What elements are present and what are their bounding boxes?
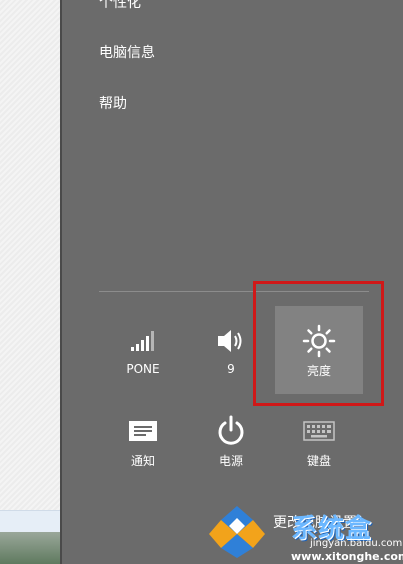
keyboard-label: 键盘 <box>306 454 331 468</box>
wallpaper-fragment <box>0 532 60 564</box>
notifications-label: 通知 <box>130 454 155 468</box>
watermark-url-primary: jingyan.baidu.com <box>310 538 403 549</box>
watermark: 系统盒 jingyan.baidu.com www.xitonghe.com <box>205 500 403 564</box>
notifications-tile[interactable]: 通知 <box>99 396 187 484</box>
highlight-annotation <box>253 281 384 406</box>
watermark-logo-icon <box>209 506 265 558</box>
power-label: 电源 <box>218 454 243 468</box>
network-tile[interactable]: PONE <box>99 306 187 394</box>
menu-item-help[interactable]: 帮助 <box>99 93 127 113</box>
keyboard-tile[interactable]: 键盘 <box>275 396 363 484</box>
network-label: PONE <box>126 362 160 376</box>
watermark-url-secondary: www.xitonghe.com <box>291 550 403 563</box>
desktop-background <box>0 0 60 564</box>
power-icon <box>187 414 275 448</box>
menu-item-pc-info[interactable]: 电脑信息 <box>99 42 155 62</box>
window-fragment <box>0 510 60 533</box>
signal-bars-icon <box>99 324 187 358</box>
message-icon <box>99 414 187 448</box>
keyboard-icon <box>275 414 363 448</box>
power-tile[interactable]: 电源 <box>187 396 275 484</box>
menu-item-personalization[interactable]: 个性化 <box>99 0 141 12</box>
